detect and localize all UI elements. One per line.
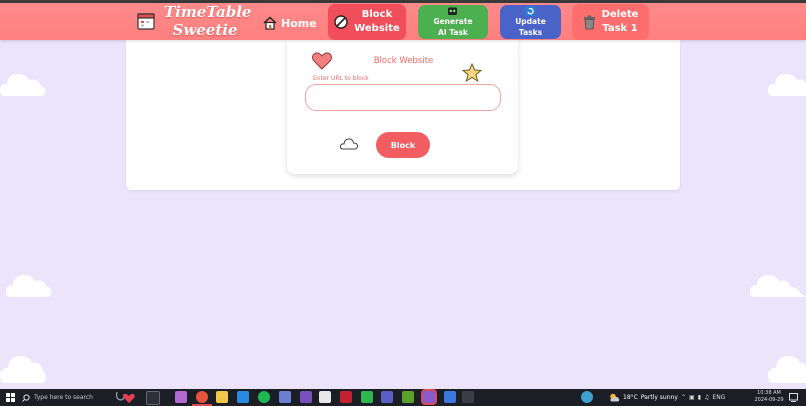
weather-description: Partly sunny [640, 394, 678, 401]
taskbar-search-placeholder: Type here to search [34, 394, 93, 401]
robot-icon [448, 7, 458, 15]
taskbar-app-icon[interactable] [279, 391, 291, 403]
nav-update-tasks-button[interactable]: Update Tasks [500, 5, 561, 39]
cloud-icon [340, 138, 358, 150]
taskbar-clock[interactable]: 10:38 AM 2024-09-29 [752, 390, 786, 404]
system-tray: ⌃ ▣ ▮ ♫ ENG [681, 389, 725, 406]
tray-network-icon[interactable]: ▣ [689, 394, 695, 401]
taskbar-app-icon[interactable] [581, 391, 593, 403]
url-input-label: Enter URL to block [311, 75, 371, 82]
taskbar-app-icon[interactable] [300, 391, 312, 403]
notification-icon[interactable] [789, 393, 798, 402]
tray-chevron-up-icon[interactable]: ⌃ [681, 394, 686, 401]
partly-sunny-icon [610, 393, 620, 402]
taskbar-search[interactable]: Type here to search [22, 389, 114, 406]
tray-language[interactable]: ENG [712, 394, 725, 401]
background-cloud-icon [0, 356, 46, 383]
trash-icon [583, 15, 595, 29]
vscode-icon[interactable] [237, 391, 249, 403]
windows-start-icon[interactable] [6, 393, 15, 402]
weather-temperature: 18°C [623, 394, 638, 401]
tray-volume-icon[interactable]: ♫ [704, 394, 709, 401]
nav-generate-ai-task-button[interactable]: Generate AI Task [418, 5, 488, 39]
taskbar-app-icon[interactable] [444, 391, 456, 403]
background-cloud-icon [768, 74, 806, 96]
background-cloud-icon [0, 74, 46, 96]
taskbar-app-icon[interactable] [462, 391, 474, 403]
nav-delete-task-button[interactable]: Delete Task 1 [572, 4, 649, 40]
taskbar-app-icon[interactable] [361, 391, 373, 403]
taskbar-weather[interactable]: 18°C Partly sunny [609, 389, 678, 406]
tray-battery-icon[interactable]: ▮ [698, 394, 701, 401]
taskbar-app-icon[interactable] [319, 391, 331, 403]
nav-update-label-line1: Update [515, 17, 546, 26]
background-cloud-icon [750, 275, 806, 297]
block-button[interactable]: Block [376, 132, 430, 158]
nav-block-label-line1: Block [361, 9, 393, 20]
background-cloud-icon [768, 356, 806, 383]
top-navbar: TimeTable Sweetie Home Block Website Gen… [0, 3, 806, 40]
nav-update-label-line2: Tasks [518, 28, 543, 37]
heart-icon [312, 52, 332, 70]
taskbar-app-icon[interactable] [421, 389, 437, 405]
nav-block-label-line2: Website [354, 23, 400, 34]
background-cloud-icon [6, 275, 52, 297]
teams-icon[interactable] [381, 391, 393, 403]
app-title-line2: Sweetie [172, 21, 238, 39]
taskbar-app-icon[interactable] [402, 391, 414, 403]
windows-taskbar: Type here to search 18°C Partly sunny ⌃ … [0, 389, 806, 406]
refresh-icon [525, 6, 536, 16]
stethoscope-heart-icon[interactable] [114, 390, 138, 405]
app-title: TimeTable Sweetie [164, 3, 252, 39]
nav-delete-label-line2: Task 1 [602, 23, 638, 34]
star-icon [462, 63, 482, 82]
clock-time: 10:38 AM [757, 390, 781, 396]
chrome-icon[interactable] [196, 391, 208, 403]
taskbar-app-icon[interactable] [175, 391, 187, 403]
clock-date: 2024-09-29 [754, 397, 784, 403]
taskbar-app-icon[interactable] [340, 391, 352, 403]
nav-block-website-button[interactable]: Block Website [328, 4, 406, 40]
nav-ai-label-line1: Generate [433, 17, 473, 26]
nav-home-label: Home [281, 16, 317, 30]
search-icon [22, 393, 30, 402]
house-icon [263, 16, 277, 30]
nav-ai-label-line2: AI Task [438, 28, 468, 37]
task-view-icon[interactable] [146, 391, 160, 405]
calendar-icon[interactable] [137, 13, 155, 30]
app-title-line1: TimeTable [164, 3, 252, 21]
nav-home-link[interactable]: Home [263, 14, 317, 32]
card-title: Block Website [373, 56, 434, 66]
file-explorer-icon[interactable] [216, 391, 228, 403]
spotify-icon[interactable] [258, 391, 270, 403]
no-entry-icon [334, 15, 348, 29]
nav-delete-label-line1: Delete [601, 9, 639, 20]
url-input[interactable] [305, 84, 501, 111]
